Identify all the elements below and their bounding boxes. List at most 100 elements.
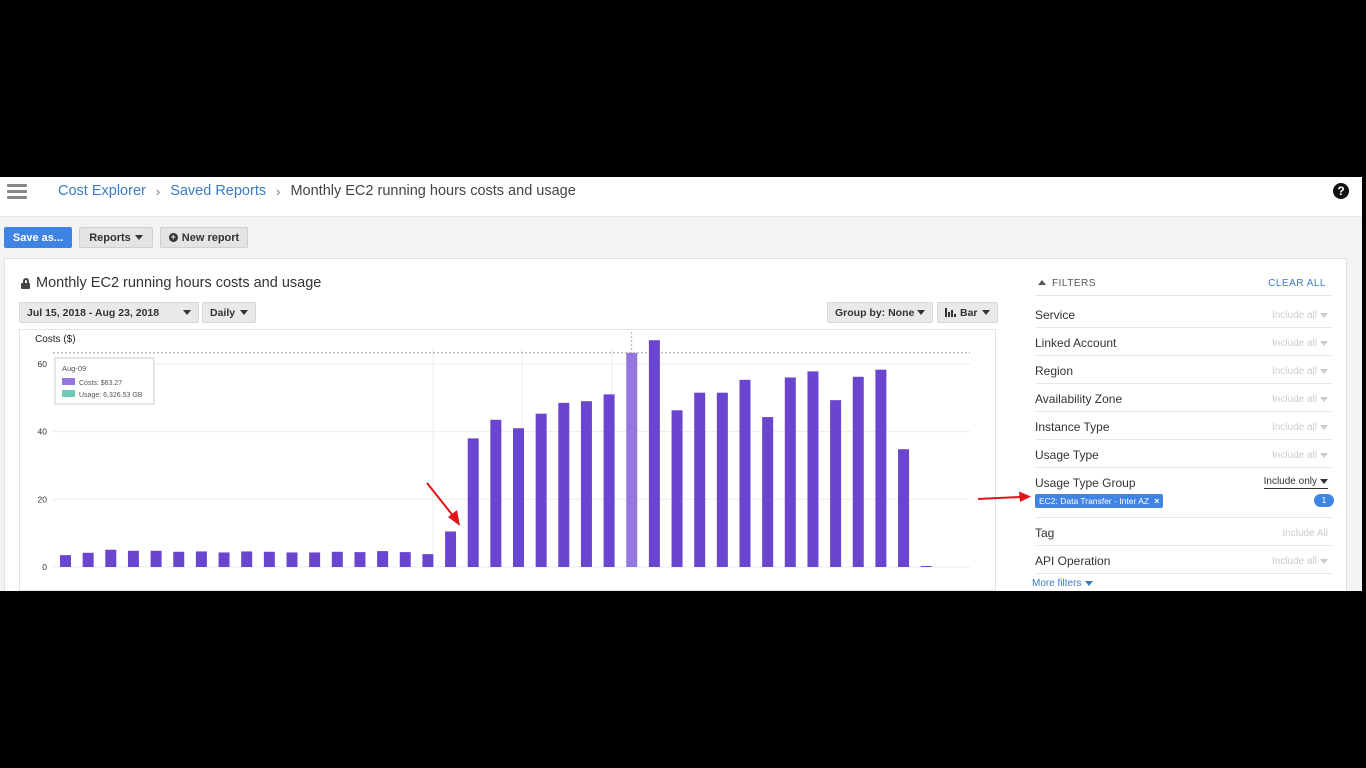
screen-edge: [1362, 177, 1366, 591]
bar-10: [286, 552, 298, 567]
bar-30: [739, 379, 751, 567]
y-tick-label: 20: [38, 494, 48, 504]
filter-mode-dropdown[interactable]: Include all: [1272, 366, 1328, 377]
filter-mode-value: Include all: [1271, 310, 1317, 321]
new-report-button[interactable]: + New report: [160, 227, 248, 248]
bar-15: [399, 552, 411, 567]
menu-icon[interactable]: [7, 184, 27, 200]
save-as-button[interactable]: Save as...: [4, 227, 72, 248]
filter-row-tag[interactable]: Tag Include All: [1035, 518, 1332, 546]
bar-3: [127, 550, 139, 567]
tooltip-date: Aug-09: [62, 364, 86, 373]
filter-label: Service: [1035, 308, 1076, 322]
cost-bar-chart: Costs ($) 0 20 40 60 Aug-09 Costs: $63.27 Usage…: [35, 332, 970, 572]
plus-circle-icon: +: [168, 232, 178, 242]
filter-mode-value: Include all: [1271, 366, 1317, 377]
filter-mode-value: Include all: [1271, 394, 1317, 405]
remove-chip-icon[interactable]: ×: [1154, 494, 1159, 508]
save-as-label: Save as...: [12, 231, 64, 244]
reports-label: Reports: [89, 231, 131, 244]
bar-22: [558, 402, 570, 567]
bar-8: [241, 551, 253, 567]
caret-down-icon: [1085, 581, 1094, 586]
filter-row-linked-account[interactable]: Linked Account Include all: [1035, 328, 1332, 356]
filter-mode-dropdown[interactable]: Include all: [1272, 310, 1328, 321]
filter-row-region[interactable]: Region Include all: [1035, 356, 1332, 384]
filter-label: Tag: [1035, 526, 1055, 540]
filter-mode-dropdown[interactable]: Include all: [1272, 450, 1328, 461]
breadcrumb-saved-reports[interactable]: Saved Reports: [170, 183, 266, 199]
filters-heading: FILTERS: [1052, 278, 1096, 289]
bar-7: [218, 552, 230, 567]
bar-chart-icon: [945, 308, 956, 317]
caret-down-icon: [240, 310, 248, 315]
breadcrumb-current: Monthly EC2 running hours costs and usag…: [290, 183, 576, 199]
breadcrumb: Cost Explorer › Saved Reports › Monthly …: [58, 183, 576, 199]
filters-panel: FILTERS CLEAR ALL Service Include all Link…: [1031, 259, 1336, 589]
filter-mode-dropdown[interactable]: Include All: [1282, 528, 1328, 539]
caret-down-icon: [1320, 559, 1328, 564]
collapse-triangle-icon[interactable]: [1038, 280, 1046, 285]
filters-header[interactable]: FILTERS CLEAR ALL: [1035, 278, 1332, 296]
more-filters-label: More filters: [1032, 578, 1082, 589]
filter-label: Availability Zone: [1035, 392, 1123, 406]
top-bar: Cost Explorer › Saved Reports › Monthly …: [0, 177, 1362, 217]
filter-mode-dropdown[interactable]: Include all: [1272, 338, 1328, 349]
report-title-text: Monthly EC2 running hours costs and usag…: [36, 275, 322, 291]
filter-row-service[interactable]: Service Include all: [1035, 300, 1332, 328]
filter-mode-value: Include all: [1271, 556, 1317, 567]
chart-type-dropdown[interactable]: Bar: [937, 302, 998, 323]
clear-all-link[interactable]: CLEAR ALL: [1268, 278, 1326, 289]
y-axis-title: Costs ($): [35, 334, 76, 345]
report-panel: Monthly EC2 running hours costs and usag…: [4, 258, 1347, 591]
date-range-dropdown[interactable]: Jul 15, 2018 - Aug 23, 2018: [19, 302, 199, 323]
filter-label: Region: [1035, 364, 1074, 378]
bar-34: [830, 400, 842, 567]
annotation-arrow-down-icon: [426, 482, 460, 526]
caret-down-icon: [1320, 397, 1328, 402]
bar-20: [513, 428, 524, 567]
usage-type-group-chip[interactable]: EC2: Data Transfer - Inter AZ ×: [1035, 494, 1164, 508]
caret-down-icon: [1320, 453, 1328, 458]
bar-31: [762, 417, 774, 567]
caret-down-icon: [183, 310, 191, 315]
filter-mode-dropdown[interactable]: Include all: [1272, 422, 1328, 433]
filter-mode-dropdown[interactable]: Include all: [1272, 394, 1328, 405]
cost-explorer-screen: Cost Explorer › Saved Reports › Monthly …: [0, 177, 1366, 591]
reports-dropdown-button[interactable]: Reports: [79, 227, 153, 248]
group-by-dropdown[interactable]: Group by: None: [827, 302, 933, 323]
filter-row-usage-type-group[interactable]: Usage Type Group Include only: [1035, 468, 1332, 518]
filter-row-usage-type[interactable]: Usage Type Include all: [1035, 440, 1332, 468]
filter-row-availability-zone[interactable]: Availability Zone Include all: [1035, 384, 1332, 412]
help-icon[interactable]: ?: [1333, 183, 1349, 199]
bar-17: [445, 531, 457, 567]
filter-row-api-operation[interactable]: API Operation Include all: [1035, 546, 1332, 574]
annotation-arrow-right-icon: [977, 491, 1031, 502]
filter-label: Instance Type: [1035, 420, 1110, 434]
bar-23: [580, 401, 592, 567]
breadcrumb-cost-explorer[interactable]: Cost Explorer: [58, 183, 146, 199]
breadcrumb-separator-icon: ›: [155, 183, 161, 199]
tooltip-usage-swatch: [62, 390, 75, 397]
bar-32: [784, 377, 796, 567]
bar-27: [671, 410, 683, 567]
bar-11: [309, 552, 321, 567]
caret-down-icon: [1320, 425, 1328, 430]
caret-down-icon: [1320, 313, 1328, 318]
caret-down-icon: [134, 235, 143, 240]
filter-row-instance-type[interactable]: Instance Type Include all: [1035, 412, 1332, 440]
filter-mode-dropdown[interactable]: Include only: [1263, 476, 1328, 489]
granularity-dropdown[interactable]: Daily: [202, 302, 256, 323]
bar-0: [60, 555, 71, 567]
tooltip-costs: Costs: $63.27: [79, 380, 122, 387]
bar-37: [898, 449, 910, 567]
caret-down-icon: [982, 310, 990, 315]
y-tick-label: 40: [38, 427, 48, 437]
filter-count-badge: 1: [1314, 494, 1334, 507]
filter-mode-dropdown[interactable]: Include all: [1272, 556, 1328, 567]
y-tick-label: 60: [38, 359, 48, 369]
bar-2: [105, 549, 117, 567]
bar-29: [716, 392, 728, 567]
bar-1: [82, 552, 94, 567]
more-filters-link[interactable]: More filters: [1032, 578, 1094, 589]
